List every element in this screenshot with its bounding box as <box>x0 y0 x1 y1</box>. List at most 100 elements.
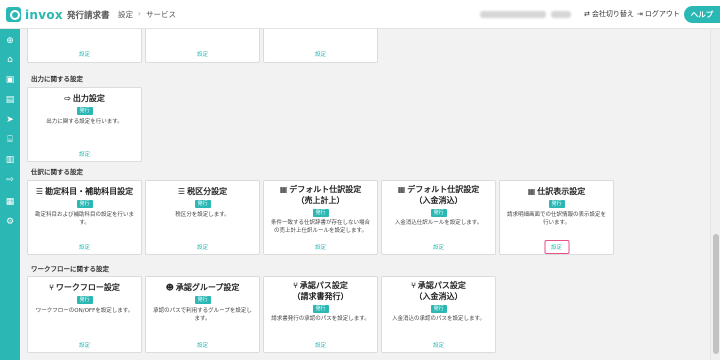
table-icon: ▦ <box>397 185 406 194</box>
settings-link[interactable]: 設定 <box>28 150 141 158</box>
settings-link[interactable]: 設定 <box>28 50 141 58</box>
workflow-icon: ⑂ <box>49 283 54 292</box>
card-output-settings: ⇨ 出力設定 発行 出力に関する設定を行います。 設定 <box>27 87 142 162</box>
card-description: 出力に関する設定を行います。 <box>46 119 123 125</box>
building-icon[interactable]: ▥ <box>5 155 15 165</box>
card-subtitle: （請求書発行） <box>292 292 349 301</box>
breadcrumb-services: サービス <box>146 10 176 19</box>
card-journal-display: ▦ 仕訳表示設定 発行 請求明細画面での仕訳情報の表示設定を行います。 設定 <box>499 180 614 255</box>
settings-link[interactable]: 設定 <box>382 243 495 251</box>
card-subtitle: （入金消込） <box>414 196 463 205</box>
card-title: ⑂ ワークフロー設定 <box>49 283 120 292</box>
section-title-workflow: ワークフローに関する設定 <box>31 265 109 273</box>
chevron-right-icon: › <box>138 9 141 18</box>
card-title: ☻ 承認グループ設定 <box>165 283 240 292</box>
users-icon: ☻ <box>165 283 174 292</box>
card-approval-group: ☻ 承認グループ設定 発行 承認のパスで利用するグループを設定します。 設定 <box>145 276 260 353</box>
settings-link[interactable]: 設定 <box>146 243 259 251</box>
document-icon[interactable]: ▤ <box>5 95 15 105</box>
card-title: ☰ 勘定科目・補助科目設定 <box>35 187 134 196</box>
list-icon: ☰ <box>35 187 44 196</box>
settings-link[interactable]: 設定 <box>146 341 259 349</box>
card-description: 請求書発行の承認のパスを設定します。 <box>271 316 370 322</box>
inbox-icon[interactable]: ▣ <box>5 75 15 85</box>
logout-label: ログアウト <box>644 10 680 18</box>
issue-badge: 発行 <box>194 200 211 208</box>
export-icon[interactable]: ⇨ <box>5 175 15 185</box>
breadcrumb-settings[interactable]: 設定 <box>118 9 133 20</box>
issue-badge: 発行 <box>430 209 447 217</box>
switch-company-link[interactable]: ⇄ 会社切り替え <box>584 9 634 19</box>
scrollbar-thumb[interactable] <box>713 234 719 354</box>
top-header: invox 発行請求書 設定 › サービス ⇄ 会社切り替え ⇥ ログアウト ヘ… <box>0 0 720 29</box>
issue-badge: 発行 <box>76 296 93 304</box>
blurred-company-name <box>480 11 546 18</box>
section-title-output: 出力に関する設定 <box>31 75 83 83</box>
card-description: 入金消込の承認のパスを設定します。 <box>392 316 485 322</box>
card-title: ▦ 仕訳表示設定 <box>527 187 586 196</box>
app-logo[interactable]: invox 発行請求書 <box>6 6 109 23</box>
plus-icon[interactable]: ⊕ <box>5 36 15 46</box>
section-title-journal: 仕訳に関する設定 <box>31 168 83 176</box>
switch-icon: ⇄ <box>584 10 590 18</box>
settings-card: 設定 <box>263 29 378 63</box>
card-tax-settings: ☰ 税区分設定 発行 税区分を設定します。 設定 <box>145 180 260 255</box>
help-button[interactable]: ヘルプ <box>684 6 720 23</box>
settings-card: 設定 <box>145 29 260 63</box>
card-description: 入金消込仕訳ルールを設定します。 <box>394 220 483 226</box>
card-description: 承認のパスで利用するグループを設定します。 <box>153 308 252 322</box>
export-icon: ⇨ <box>64 94 71 103</box>
card-description: 税区分を設定します。 <box>175 212 230 218</box>
route-icon: ⑂ <box>411 281 416 290</box>
settings-link[interactable]: 設定 <box>146 50 259 58</box>
list-icon: ☰ <box>177 187 186 196</box>
card-description: 条件一致する仕訳辞書が存在しない場合の売上計上仕訳ルールを設定します。 <box>270 220 370 234</box>
card-default-journal-payment: ▦ デフォルト仕訳設定 （入金消込） 発行 入金消込仕訳ルールを設定します。 設定 <box>381 180 496 255</box>
card-title: ⇨ 出力設定 <box>64 94 105 103</box>
blurred-user-name <box>551 11 571 18</box>
card-description: ワークフローのON/OFFを設定します。 <box>35 308 134 314</box>
settings-link[interactable]: 設定 <box>28 243 141 251</box>
settings-link[interactable]: 設定 <box>382 341 495 349</box>
vertical-scrollbar[interactable] <box>710 29 720 360</box>
card-default-journal-sales: ▦ デフォルト仕訳設定 （売上計上） 発行 条件一致する仕訳辞書が存在しない場合の… <box>263 180 378 255</box>
logo-text: invox <box>25 7 63 22</box>
issue-badge: 発行 <box>430 305 447 313</box>
issue-badge: 発行 <box>548 200 565 208</box>
home-icon[interactable]: ⌂ <box>5 55 15 65</box>
route-icon: ⑂ <box>293 281 298 290</box>
card-description: 勘定科目および補助科目の設定を行います。 <box>34 212 134 226</box>
settings-link[interactable]: 設定 <box>264 50 377 58</box>
settings-link-highlighted[interactable]: 設定 <box>543 240 570 254</box>
issue-badge: 発行 <box>312 209 329 217</box>
settings-content: 設定 設定 設定 出力に関する設定 ⇨ 出力設定 発行 出力に関する設定を行います… <box>20 29 710 360</box>
issue-badge: 発行 <box>194 296 211 304</box>
settings-link[interactable]: 設定 <box>264 243 377 251</box>
logout-link[interactable]: ⇥ ログアウト <box>637 9 680 19</box>
logo-icon <box>6 7 21 22</box>
card-description: 請求明細画面での仕訳情報の表示設定を行います。 <box>506 212 606 226</box>
gear-icon[interactable]: ⚙ <box>5 217 15 227</box>
card-approval-path-payment: ⑂ 承認パス設定 （入金消込） 発行 入金消込の承認のパスを設定します。 設定 <box>381 276 496 353</box>
bank-icon[interactable]: ⌸ <box>5 135 15 145</box>
settings-card: 設定 <box>27 29 142 63</box>
logo-subtitle: 発行請求書 <box>66 10 110 21</box>
card-subtitle: （入金消込） <box>414 292 463 301</box>
card-subtitle: （売上計上） <box>296 196 345 205</box>
card-account-settings: ☰ 勘定科目・補助科目設定 発行 勘定科目および補助科目の設定を行います。 設定 <box>27 180 142 255</box>
settings-link[interactable]: 設定 <box>28 341 141 349</box>
breadcrumb: 設定 › サービス <box>118 9 176 20</box>
switch-company-label: 会社切り替え <box>591 10 634 18</box>
table-icon: ▦ <box>527 187 536 196</box>
settings-link[interactable]: 設定 <box>264 341 377 349</box>
issue-badge: 発行 <box>312 305 329 313</box>
logout-icon: ⇥ <box>637 10 643 18</box>
issue-badge: 発行 <box>76 200 93 208</box>
table-icon: ▦ <box>279 185 288 194</box>
chart-icon[interactable]: ▦ <box>5 197 15 207</box>
issue-badge: 発行 <box>76 107 93 115</box>
sidebar: ⊕ ⌂ ▣ ▤ ➤ ⌸ ▥ ⇨ ▦ ⚙ <box>0 29 20 360</box>
send-icon[interactable]: ➤ <box>5 115 15 125</box>
card-workflow-settings: ⑂ ワークフロー設定 発行 ワークフローのON/OFFを設定します。 設定 <box>27 276 142 353</box>
card-approval-path-invoice: ⑂ 承認パス設定 （請求書発行） 発行 請求書発行の承認のパスを設定します。 設定 <box>263 276 378 353</box>
